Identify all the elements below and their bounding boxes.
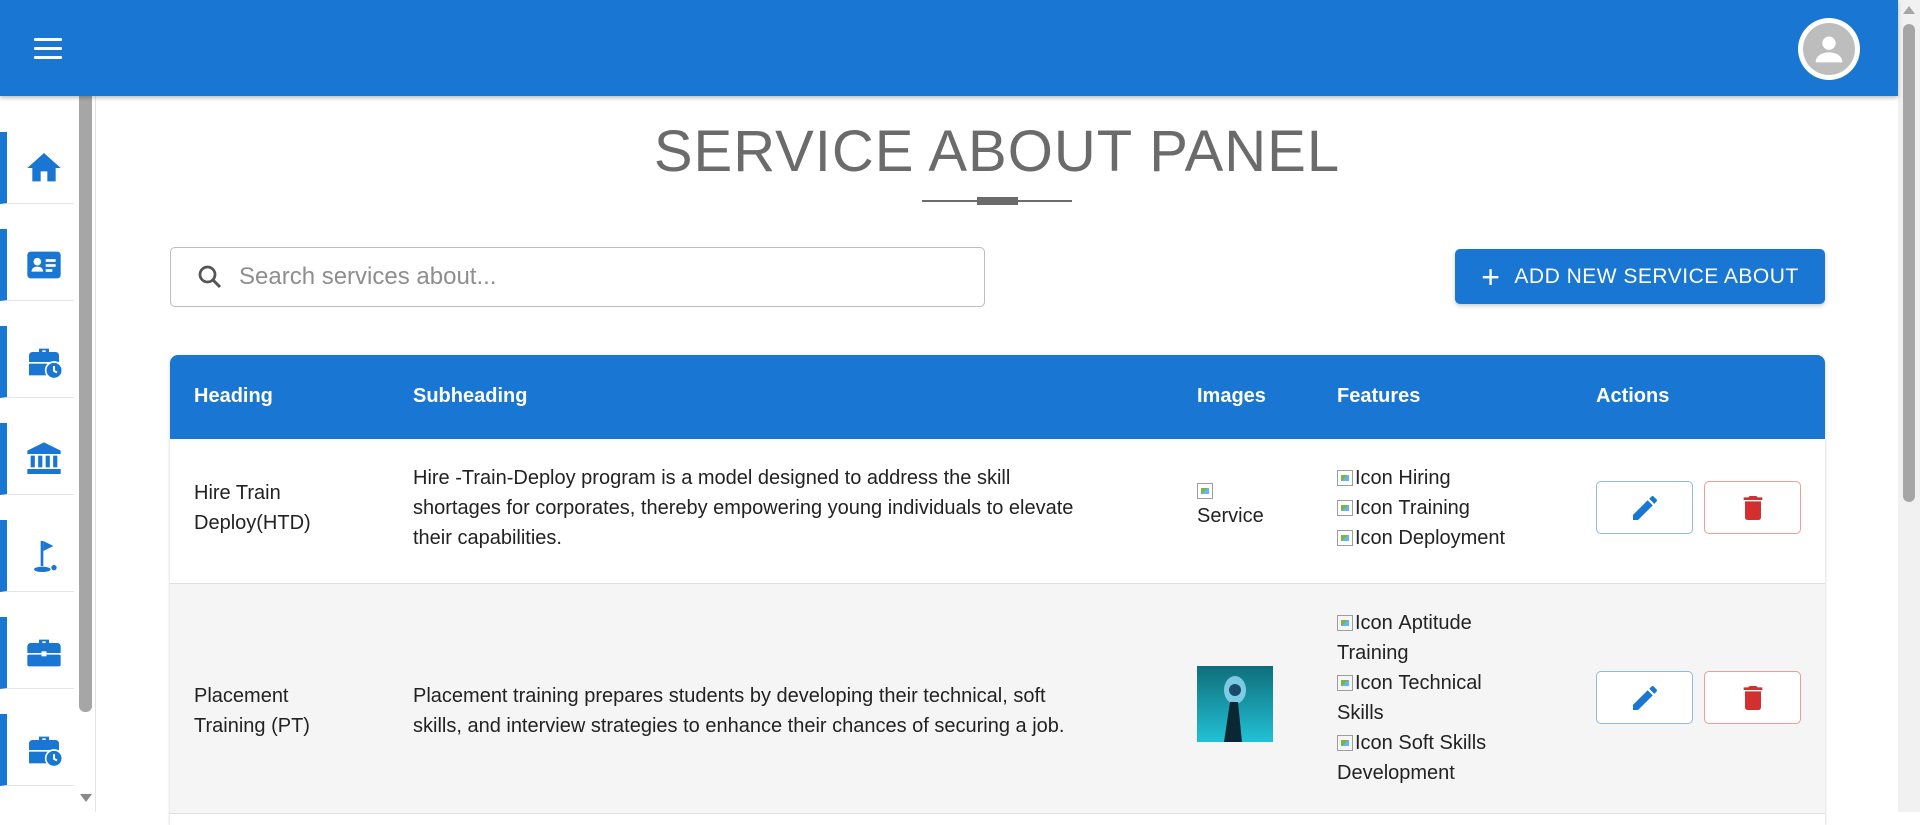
feature-icon-alt: Icon [1355,527,1393,549]
home-icon [26,152,61,181]
sidebar-item-golf[interactable] [0,520,74,592]
subheading-text: Placement training prepares students by … [413,685,1046,707]
broken-image-icon [1337,500,1353,516]
sidebar-item-contact[interactable] [0,229,74,301]
sidebar-scrollbar[interactable] [78,96,94,812]
golf-flag-icon [33,540,57,572]
column-header-heading: Heading [194,385,273,407]
feature-text: Training [1337,642,1409,664]
sidebar-scrollbar-thumb[interactable] [79,96,92,712]
feature-text: Hiring [1398,467,1451,489]
sidebar-item-work[interactable] [0,617,74,689]
sidebar-item-jobs-2[interactable] [0,714,74,786]
feature-item: Icon Hiring [1337,463,1505,493]
account-circle-icon [1803,23,1855,75]
title-divider-accent [977,197,1018,205]
feature-item: Icon Technical Skills [1337,668,1486,728]
row-image: Service [1197,477,1264,529]
scroll-down-icon[interactable] [80,794,92,802]
account-avatar[interactable] [1798,18,1860,80]
edit-button[interactable] [1596,671,1693,724]
feature-text: Soft Skills [1398,732,1487,754]
column-header-subheading: Subheading [413,385,528,407]
page-scrollbar-thumb[interactable] [1903,24,1915,502]
table-row: Hire Train Deploy(HTD) Hire -Train-Deplo… [170,439,1825,584]
row-heading: Placement Training (PT) [194,681,310,741]
heading-text: Training (PT) [194,715,310,737]
row-subheading: Placement training prepares students by … [413,681,1064,741]
search-input[interactable] [239,263,939,291]
column-header-actions: Actions [1596,385,1670,407]
feature-icon-alt: Icon [1355,612,1393,634]
row-image [1197,666,1273,751]
table-header: Heading Subheading Images Features Actio… [170,355,1825,439]
search-icon [198,265,222,289]
broken-image-icon [1337,735,1353,751]
feature-text: Deployment [1398,527,1506,549]
add-new-service-about-button[interactable]: + ADD NEW SERVICE ABOUT [1455,249,1825,304]
pencil-icon [1632,495,1657,520]
feature-text: Technical [1398,672,1482,694]
plus-icon: + [1481,258,1501,295]
app-bar [0,0,1898,96]
hamburger-menu-icon[interactable] [28,32,68,64]
heading-text: Hire Train [194,482,281,504]
heading-text: Placement [194,685,289,707]
column-header-images: Images [1197,385,1266,407]
id-card-icon [26,251,61,278]
subheading-text: their capabilities. [413,527,562,549]
row-features: Icon Hiring Icon Training Icon Deploymen… [1337,463,1505,553]
sidebar-item-bank[interactable] [0,423,74,495]
broken-image-icon [1337,615,1353,631]
bank-icon [26,441,61,474]
pencil-icon [1632,685,1657,710]
service-thumbnail-image [1197,666,1273,742]
briefcase-icon [26,639,61,666]
delete-button[interactable] [1704,671,1801,724]
row-subheading: Hire -Train-Deploy program is a model de… [413,463,1073,553]
broken-image-icon [1337,530,1353,546]
feature-text: Skills [1337,702,1384,724]
briefcase-clock-icon [28,736,63,767]
feature-text: Aptitude [1398,612,1472,634]
feature-item: Icon Training [1337,493,1505,523]
subheading-text: skills, and interview strategies to enha… [413,715,1065,737]
broken-image-icon [1337,470,1353,486]
add-button-label: ADD NEW SERVICE ABOUT [1514,264,1799,288]
sidebar [0,96,96,812]
edit-button[interactable] [1596,481,1693,534]
subheading-text: Hire -Train-Deploy program is a model de… [413,467,1011,489]
feature-item: Icon Soft Skills Development [1337,728,1486,788]
delete-button[interactable] [1704,481,1801,534]
page-title: SERVICE ABOUT PANEL [653,119,1341,184]
page-scrollbar[interactable] [1898,0,1920,812]
feature-icon-alt: Icon [1355,732,1393,754]
trash-icon [1743,685,1762,710]
feature-item: Icon Aptitude Training [1337,608,1486,668]
row-features: Icon Aptitude Training Icon Technical Skil… [1337,608,1486,788]
heading-text: Deploy(HTD) [194,512,311,534]
feature-text: Training [1398,497,1470,519]
feature-text: Development [1337,762,1455,784]
feature-icon-alt: Icon [1355,672,1393,694]
subheading-text: shortages for corporates, thereby empowe… [413,497,1074,519]
broken-image-icon [1197,482,1213,499]
search-box[interactable] [170,247,985,307]
column-header-features: Features [1337,385,1421,407]
row-heading: Hire Train Deploy(HTD) [194,478,311,538]
briefcase-clock-icon [28,348,63,379]
sidebar-item-jobs[interactable] [0,326,74,398]
trash-icon [1743,495,1762,520]
scroll-up-icon[interactable] [1903,6,1915,14]
services-table: Heading Subheading Images Features Actio… [170,355,1825,825]
broken-image-icon [1337,675,1353,691]
feature-item: Icon Deployment [1337,523,1505,553]
feature-icon-alt: Icon [1355,497,1393,519]
sidebar-item-home[interactable] [0,132,74,204]
feature-icon-alt: Icon [1355,467,1393,489]
table-row: Placement Training (PT) Placement traini… [170,584,1825,814]
image-alt-text: Service [1197,505,1264,527]
